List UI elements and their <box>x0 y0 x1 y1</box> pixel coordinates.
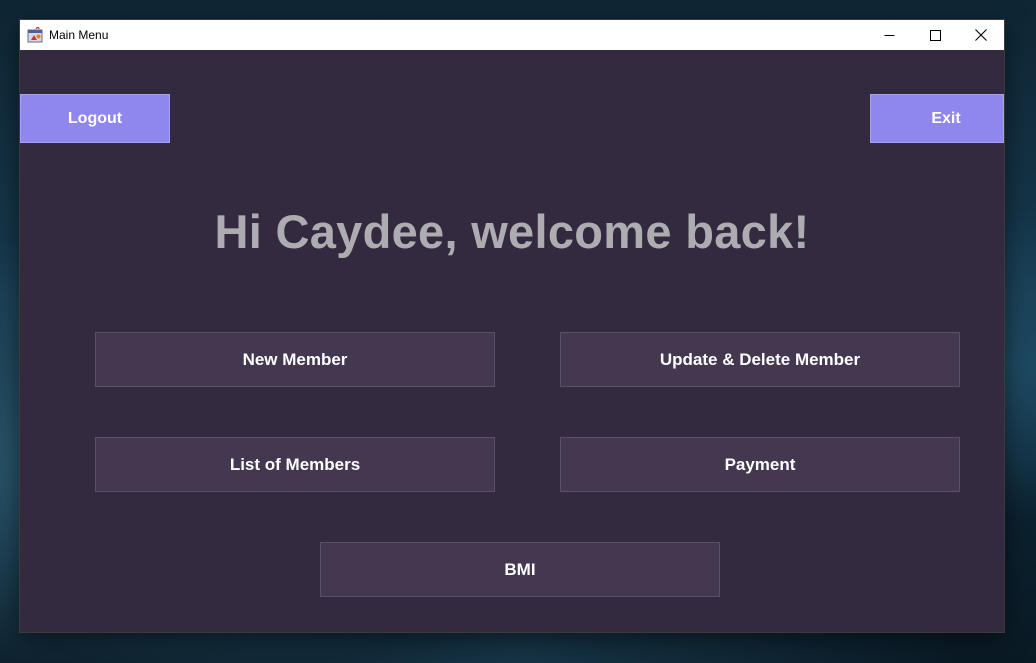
main-menu-window: Main Menu Logout Exit Hi Caydee, welcome <box>20 20 1004 632</box>
close-icon <box>975 29 987 41</box>
list-of-members-button[interactable]: List of Members <box>95 437 495 492</box>
exit-button[interactable]: Exit <box>870 94 1004 143</box>
update-delete-member-button[interactable]: Update & Delete Member <box>560 332 960 387</box>
desktop-background: Main Menu Logout Exit Hi Caydee, welcome <box>0 0 1036 663</box>
logout-button[interactable]: Logout <box>20 94 170 143</box>
minimize-button[interactable] <box>866 20 912 50</box>
maximize-icon <box>929 29 941 41</box>
minimize-icon <box>884 30 895 41</box>
bmi-button[interactable]: BMI <box>320 542 720 597</box>
new-member-button[interactable]: New Member <box>95 332 495 387</box>
main-menu-panel: Logout Exit Hi Caydee, welcome back! New… <box>20 50 1004 632</box>
close-button[interactable] <box>958 20 1004 50</box>
title-bar[interactable]: Main Menu <box>20 20 1004 50</box>
java-app-icon <box>27 26 44 43</box>
payment-button[interactable]: Payment <box>560 437 960 492</box>
window-title: Main Menu <box>49 28 109 42</box>
maximize-button[interactable] <box>912 20 958 50</box>
welcome-heading: Hi Caydee, welcome back! <box>214 205 810 258</box>
